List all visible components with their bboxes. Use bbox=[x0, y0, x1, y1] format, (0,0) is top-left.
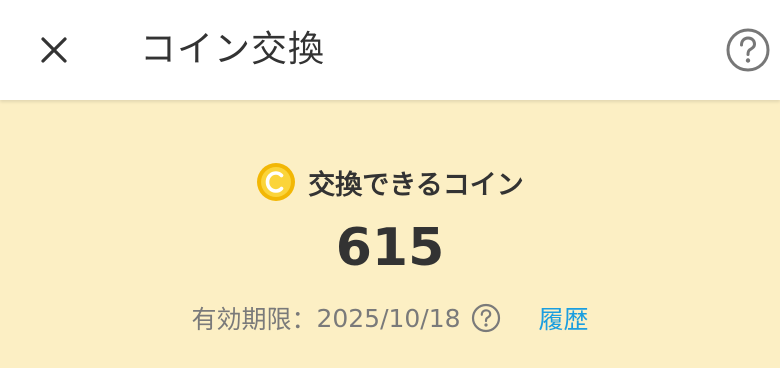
history-link[interactable]: 履歴 bbox=[539, 300, 589, 336]
expiry-label: 有効期限： bbox=[191, 305, 317, 334]
close-icon bbox=[41, 37, 67, 63]
expiry-help-icon[interactable] bbox=[471, 303, 501, 333]
page-title: コイン交換 bbox=[140, 29, 326, 70]
coin-balance-panel: 交換できるコイン 615 有効期限： 2025/10/18 履歴 bbox=[0, 100, 780, 368]
app-header: コイン交換 bbox=[0, 0, 780, 100]
exchangeable-coin-label: 交換できるコイン bbox=[308, 169, 524, 201]
coin-label-row: 交換できるコイン bbox=[0, 162, 780, 202]
help-button[interactable] bbox=[722, 24, 774, 76]
coin-icon bbox=[257, 163, 296, 201]
expiry-row: 有効期限： 2025/10/18 履歴 bbox=[0, 300, 780, 336]
expiry-date: 2025/10/18 bbox=[316, 303, 461, 333]
question-circle-icon bbox=[726, 28, 770, 72]
close-button[interactable] bbox=[30, 26, 78, 74]
coin-amount: 615 bbox=[335, 218, 445, 278]
